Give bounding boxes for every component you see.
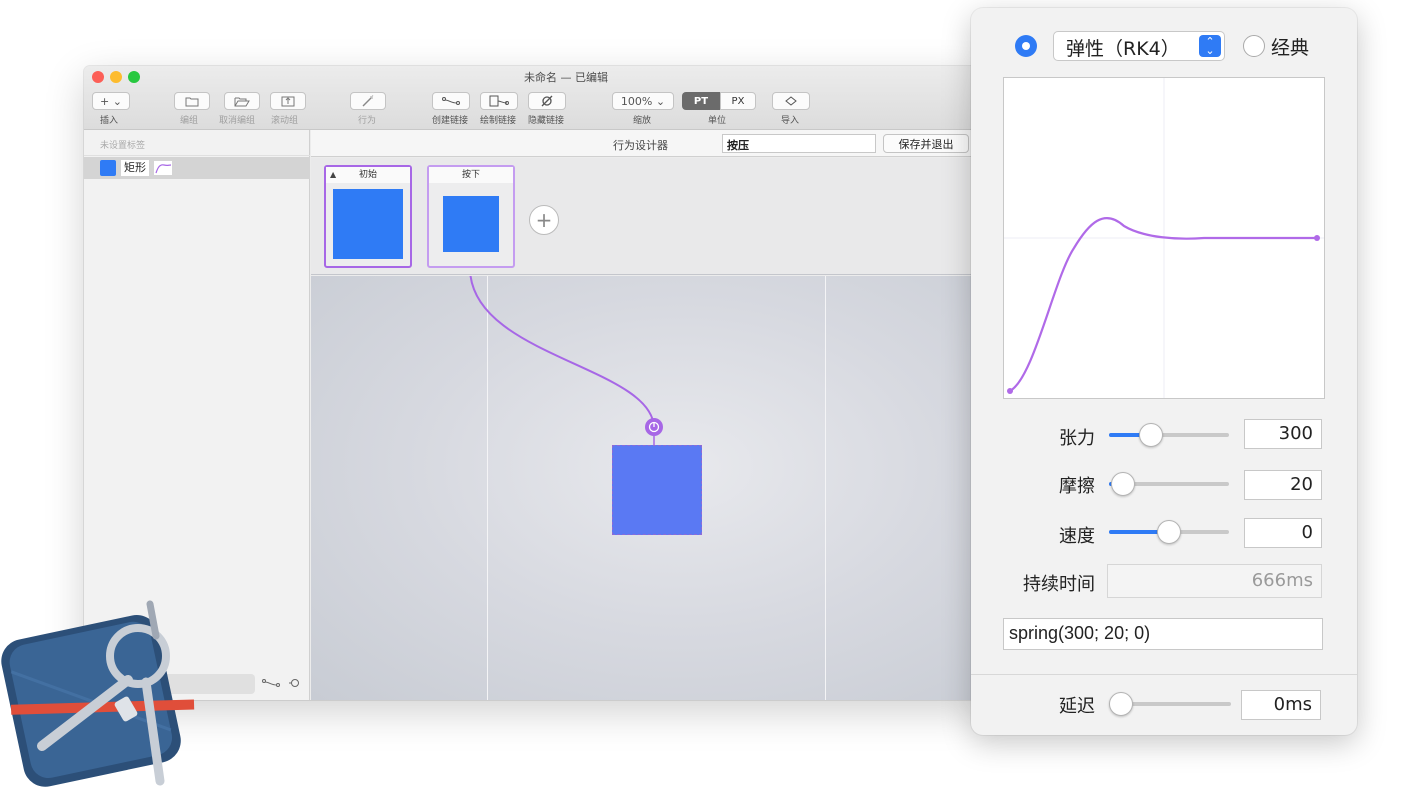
ungroup-label: 取消编组: [219, 116, 256, 126]
layer-name[interactable]: 矩形: [121, 160, 149, 176]
spring-curve-graph: [1003, 77, 1325, 399]
state-thumbnail: [443, 196, 499, 252]
zoom-label: 缩放: [633, 116, 652, 126]
delay-slider-knob[interactable]: [1109, 692, 1133, 716]
curve-type-select[interactable]: 弹性（RK4） ⌃ ⌄: [1053, 31, 1225, 61]
window-title: 未命名 — 已编辑: [524, 71, 608, 84]
velocity-field[interactable]: 0: [1244, 518, 1322, 548]
create-link-label: 创建链接: [432, 116, 469, 126]
visibility-icon[interactable]: [288, 678, 300, 688]
unit-px-button[interactable]: PX: [720, 92, 756, 110]
design-canvas[interactable]: [311, 276, 984, 700]
sidebar-header: 未设置标签: [84, 130, 310, 156]
behavior-designer-bar: 行为设计器 按压 保存并退出: [311, 130, 984, 157]
state-label: 初始: [358, 170, 377, 180]
velocity-label: 速度: [1059, 526, 1095, 547]
scroll-group-button[interactable]: [270, 92, 306, 110]
rectangle-layer[interactable]: [612, 445, 702, 535]
delay-label: 延迟: [1059, 696, 1095, 717]
ungroup-button[interactable]: [224, 92, 260, 110]
add-state-button[interactable]: +: [529, 205, 559, 235]
magic-wand-icon: [362, 95, 374, 107]
friction-field[interactable]: 20: [1244, 470, 1322, 500]
layer-row[interactable]: 矩形: [84, 157, 310, 179]
zoom-select[interactable]: 100% ⌄: [612, 92, 674, 110]
draw-link-label: 绘制链接: [480, 116, 517, 126]
draw-link-icon: [489, 95, 509, 107]
behavior-button[interactable]: [350, 92, 386, 110]
friction-label: 摩擦: [1059, 476, 1095, 497]
state-label: 按下: [461, 170, 480, 180]
app-icon: [1, 600, 195, 787]
velocity-slider-knob[interactable]: [1157, 520, 1181, 544]
hide-link-button[interactable]: [528, 92, 566, 110]
link-curve-icon: [442, 97, 460, 105]
main-window: 未命名 — 已编辑 + ⌄ 插入 编组 取消编组 滚动组 行为 创建链接 绘制链…: [84, 66, 984, 700]
select-arrows-icon: ⌃ ⌄: [1199, 35, 1221, 57]
scroll-group-label: 滚动组: [271, 116, 299, 126]
behavior-designer-title: 行为设计器: [613, 139, 668, 152]
close-window-button[interactable]: [92, 71, 104, 83]
group-label: 编组: [180, 116, 199, 126]
diamond-icon: [785, 96, 797, 106]
hide-link-icon: [541, 95, 553, 107]
scroll-group-icon: [281, 96, 295, 106]
tension-slider[interactable]: [1109, 423, 1229, 447]
insert-label: 插入: [100, 116, 119, 126]
minimize-window-button[interactable]: [110, 71, 122, 83]
behavior-name-field[interactable]: 按压: [722, 134, 876, 153]
spring-curve: [1004, 78, 1324, 398]
open-folder-icon: [234, 97, 250, 106]
behavior-curve-icon: [154, 161, 172, 175]
toolbar: 未命名 — 已编辑 + ⌄ 插入 编组 取消编组 滚动组 行为 创建链接 绘制链…: [84, 66, 984, 130]
state-header: 按下: [429, 167, 513, 183]
velocity-slider[interactable]: [1109, 520, 1229, 544]
import-label: 导入: [781, 116, 800, 126]
link-curve[interactable]: [469, 276, 655, 428]
zoom-window-button[interactable]: [128, 71, 140, 83]
tension-field[interactable]: 300: [1244, 419, 1322, 449]
animation-curve-popover: 弹性（RK4） ⌃ ⌄ 经典 张力 300 摩擦 20 速度 0 持续时间 666…: [971, 8, 1357, 735]
spring-radio[interactable]: [1015, 35, 1037, 57]
states-strip: ▲ 初始 按下 +: [311, 158, 984, 275]
unit-pt-button[interactable]: PT: [682, 92, 720, 110]
unit-label: 单位: [708, 116, 727, 126]
delay-slider[interactable]: [1109, 692, 1231, 716]
duration-label: 持续时间: [1023, 574, 1095, 595]
tension-label: 张力: [1059, 428, 1095, 449]
link-curve-icon[interactable]: [262, 678, 280, 688]
draw-link-button[interactable]: [480, 92, 518, 110]
insert-button[interactable]: + ⌄: [92, 92, 130, 110]
curve-type-value: 弹性（RK4）: [1066, 38, 1180, 60]
group-button[interactable]: [174, 92, 210, 110]
spring-expression-field[interactable]: spring(300; 20; 0): [1003, 618, 1323, 650]
create-link-button[interactable]: [432, 92, 470, 110]
state-card-initial[interactable]: ▲ 初始: [324, 165, 412, 268]
classic-label: 经典: [1271, 37, 1310, 59]
folder-icon: [185, 97, 199, 106]
hide-link-label: 隐藏链接: [528, 116, 565, 126]
save-and-exit-button[interactable]: 保存并退出: [883, 134, 969, 153]
behavior-label: 行为: [358, 116, 377, 126]
friction-slider[interactable]: [1109, 472, 1229, 496]
duration-field: 666ms: [1107, 564, 1322, 598]
state-thumbnail: [333, 189, 403, 259]
lock-icon: ▲: [330, 170, 337, 179]
import-button[interactable]: [772, 92, 810, 110]
divider: [971, 674, 1357, 675]
layer-color-swatch: [100, 160, 116, 176]
classic-radio[interactable]: [1243, 35, 1265, 57]
friction-slider-knob[interactable]: [1111, 472, 1135, 496]
state-card-pressed[interactable]: 按下: [427, 165, 515, 268]
state-header: ▲ 初始: [326, 167, 410, 183]
delay-field[interactable]: 0ms: [1241, 690, 1321, 720]
tension-slider-knob[interactable]: [1139, 423, 1163, 447]
